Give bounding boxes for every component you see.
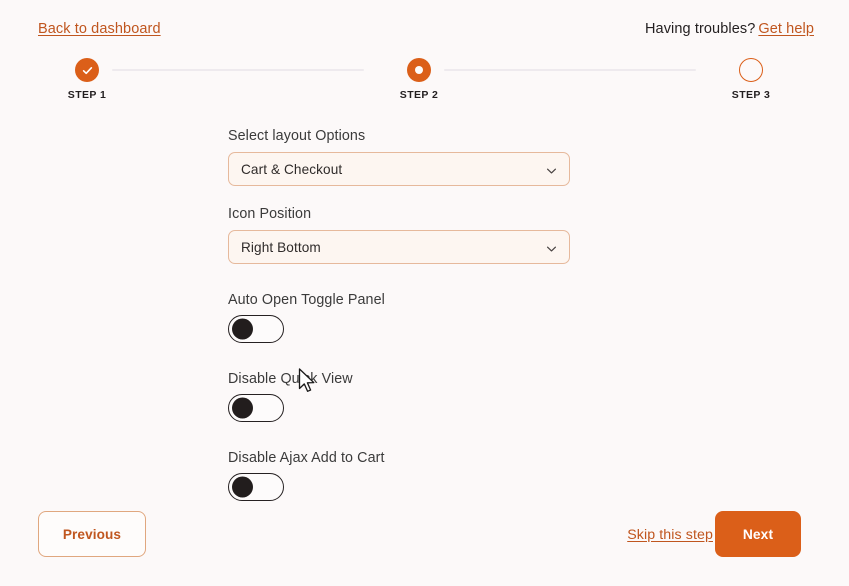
next-button[interactable]: Next — [715, 511, 801, 557]
disable-quick-view-switch[interactable] — [228, 394, 284, 422]
check-icon — [75, 58, 99, 82]
stepper-step-3-label: STEP 3 — [731, 89, 771, 101]
back-to-dashboard-link[interactable]: Back to dashboard — [38, 21, 161, 37]
dot-icon — [407, 58, 431, 82]
top-bar: Back to dashboard Having troubles? Get he… — [0, 21, 849, 41]
select-layout-options-dropdown[interactable]: Cart & Checkout — [228, 152, 570, 186]
field-select-layout-options: Select layout Options Cart & Checkout — [228, 128, 570, 186]
field-disable-quick-view: Disable Quick View — [228, 371, 570, 422]
icon-position-value: Right Bottom — [241, 239, 321, 255]
select-layout-options-value: Cart & Checkout — [241, 161, 343, 177]
disable-quick-view-label: Disable Quick View — [228, 371, 353, 387]
stepper-step-1[interactable]: STEP 1 — [42, 58, 132, 101]
stepper-step-3[interactable]: STEP 3 — [706, 58, 796, 101]
skip-this-step-link[interactable]: Skip this step — [627, 527, 713, 543]
help-prompt-group: Having troubles? Get help — [645, 21, 814, 37]
toggle-knob — [232, 318, 253, 340]
icon-position-dropdown[interactable]: Right Bottom — [228, 230, 570, 264]
help-prompt-text: Having troubles? — [644, 21, 756, 37]
auto-open-toggle-panel-switch[interactable] — [228, 315, 284, 343]
chevron-down-icon — [546, 242, 557, 253]
disable-ajax-add-to-cart-label: Disable Ajax Add to Cart — [228, 450, 385, 466]
stepper-connector-2 — [444, 69, 696, 71]
circle-outline-icon — [739, 58, 763, 82]
icon-position-label: Icon Position — [228, 206, 312, 222]
previous-button[interactable]: Previous — [38, 511, 146, 557]
auto-open-toggle-panel-label: Auto Open Toggle Panel — [228, 292, 385, 308]
chevron-down-icon — [546, 164, 557, 175]
toggle-knob — [232, 476, 253, 498]
get-help-link[interactable]: Get help — [758, 21, 814, 37]
select-layout-options-label: Select layout Options — [228, 128, 366, 144]
settings-form: Select layout Options Cart & Checkout Ic… — [228, 128, 570, 501]
stepper-step-1-label: STEP 1 — [67, 89, 107, 101]
progress-stepper: STEP 1 STEP 2 STEP 3 — [0, 58, 849, 104]
field-disable-ajax-add-to-cart: Disable Ajax Add to Cart — [228, 450, 570, 501]
toggle-knob — [232, 397, 253, 419]
stepper-step-2-label: STEP 2 — [399, 89, 439, 101]
stepper-connector-1 — [112, 69, 364, 71]
disable-ajax-add-to-cart-switch[interactable] — [228, 473, 284, 501]
field-auto-open-toggle-panel: Auto Open Toggle Panel — [228, 292, 570, 343]
field-icon-position: Icon Position Right Bottom — [228, 206, 570, 264]
stepper-step-2[interactable]: STEP 2 — [374, 58, 464, 101]
